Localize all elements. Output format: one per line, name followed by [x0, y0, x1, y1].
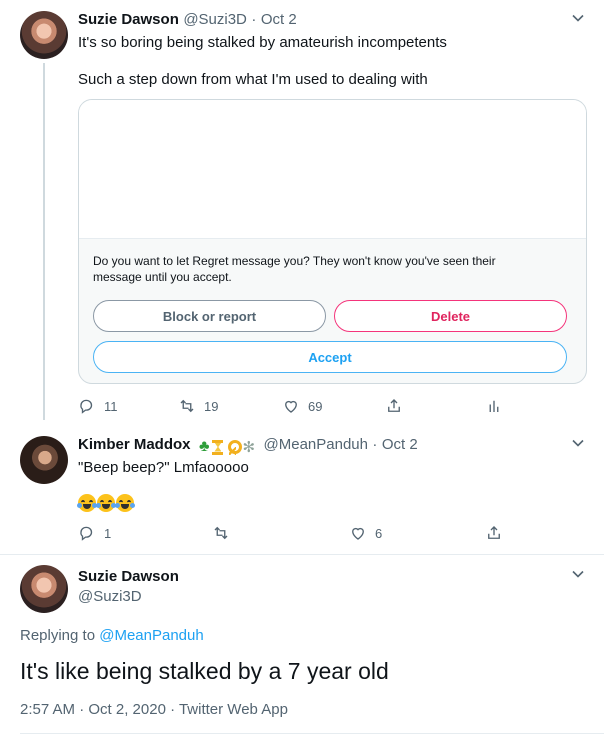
tweet-text: It's like being stalked by a 7 year old	[20, 658, 389, 684]
display-name[interactable]: Suzie Dawson	[78, 568, 179, 585]
replying-handle-link[interactable]: @MeanPanduh	[99, 627, 203, 644]
user-handle[interactable]: @MeanPanduh	[264, 436, 368, 453]
leaf-icon: ✻	[242, 438, 256, 456]
replying-to: Replying to @MeanPanduh	[20, 627, 204, 644]
retweet-icon	[180, 399, 194, 413]
like-count: 69	[308, 398, 323, 414]
share-icon	[388, 399, 400, 412]
like-count: 6	[375, 525, 383, 541]
reply-button[interactable]: 11	[78, 397, 118, 415]
user-handle[interactable]: @Suzi3D	[183, 11, 247, 28]
tweet-text: "Beep beep?" Lmfaooooo	[78, 459, 249, 476]
reply-icon	[80, 399, 93, 414]
retweet-icon	[214, 526, 228, 540]
chevron-down-icon[interactable]	[571, 11, 585, 28]
replying-prefix: Replying to	[20, 627, 96, 644]
tweet-text-line-2: Such a step down from what I'm used to d…	[78, 71, 428, 88]
retweet-button[interactable]	[212, 524, 238, 542]
reply-count: 11	[104, 398, 118, 414]
separator: ·	[372, 436, 378, 453]
laughing-crying-emoji-icon	[96, 494, 116, 512]
accept-button[interactable]: Accept	[93, 341, 567, 373]
delete-button[interactable]: Delete	[334, 300, 567, 332]
hourglass-icon	[212, 439, 224, 455]
card-divider	[79, 238, 586, 239]
laughing-crying-emoji-icon	[77, 494, 97, 512]
heart-icon	[285, 400, 297, 413]
avatar[interactable]	[20, 436, 68, 484]
retweet-button[interactable]: 19	[178, 397, 218, 415]
reply-icon	[80, 526, 93, 541]
chevron-down-icon[interactable]	[571, 567, 585, 584]
retweet-count: 19	[204, 398, 219, 414]
divider	[20, 733, 604, 734]
display-name[interactable]: Suzie Dawson	[78, 11, 179, 28]
thread-line	[43, 63, 45, 420]
heart-icon	[352, 527, 364, 540]
reply-count: 1	[104, 525, 112, 541]
tweet-header: Kimber Maddox ♣ ✻ @MeanPanduh · Oct 2	[78, 436, 418, 455]
display-name[interactable]: Kimber Maddox	[78, 436, 191, 453]
avatar[interactable]	[20, 11, 68, 59]
tweet-meta[interactable]: 2:57 AM · Oct 2, 2020 · Twitter Web App	[20, 701, 288, 718]
emoji-row	[77, 494, 135, 512]
user-handle[interactable]: @Suzi3D	[78, 588, 142, 605]
tweet-date[interactable]: Oct 2	[382, 436, 418, 453]
clover-icon: ♣	[198, 438, 210, 455]
ribbon-icon	[226, 439, 243, 455]
block-or-report-button[interactable]: Block or report	[93, 300, 326, 332]
share-icon	[488, 526, 500, 539]
tweet-header: Suzie Dawson @Suzi3D · Oct 2	[78, 11, 297, 29]
analytics-icon	[489, 400, 499, 412]
card-image-area	[79, 100, 586, 238]
separator: ·	[251, 11, 257, 28]
share-button[interactable]	[485, 524, 511, 542]
share-button[interactable]	[385, 397, 411, 415]
like-button[interactable]: 6	[349, 524, 382, 542]
divider	[0, 554, 604, 555]
crying-emoji-icon	[115, 494, 135, 512]
message-request-text: Do you want to let Regret message you? T…	[93, 254, 496, 284]
tweet-date[interactable]: Oct 2	[261, 11, 297, 28]
tweet-text-line-1: It's so boring being stalked by amateuri…	[78, 34, 447, 51]
like-button[interactable]: 69	[282, 397, 322, 415]
analytics-button[interactable]	[485, 397, 511, 415]
message-request-card: Do you want to let Regret message you? T…	[78, 99, 587, 384]
chevron-down-icon[interactable]	[571, 436, 585, 453]
name-emoji-group: ♣ ✻	[199, 439, 255, 455]
reply-button[interactable]: 1	[78, 524, 111, 542]
avatar[interactable]	[20, 565, 68, 613]
